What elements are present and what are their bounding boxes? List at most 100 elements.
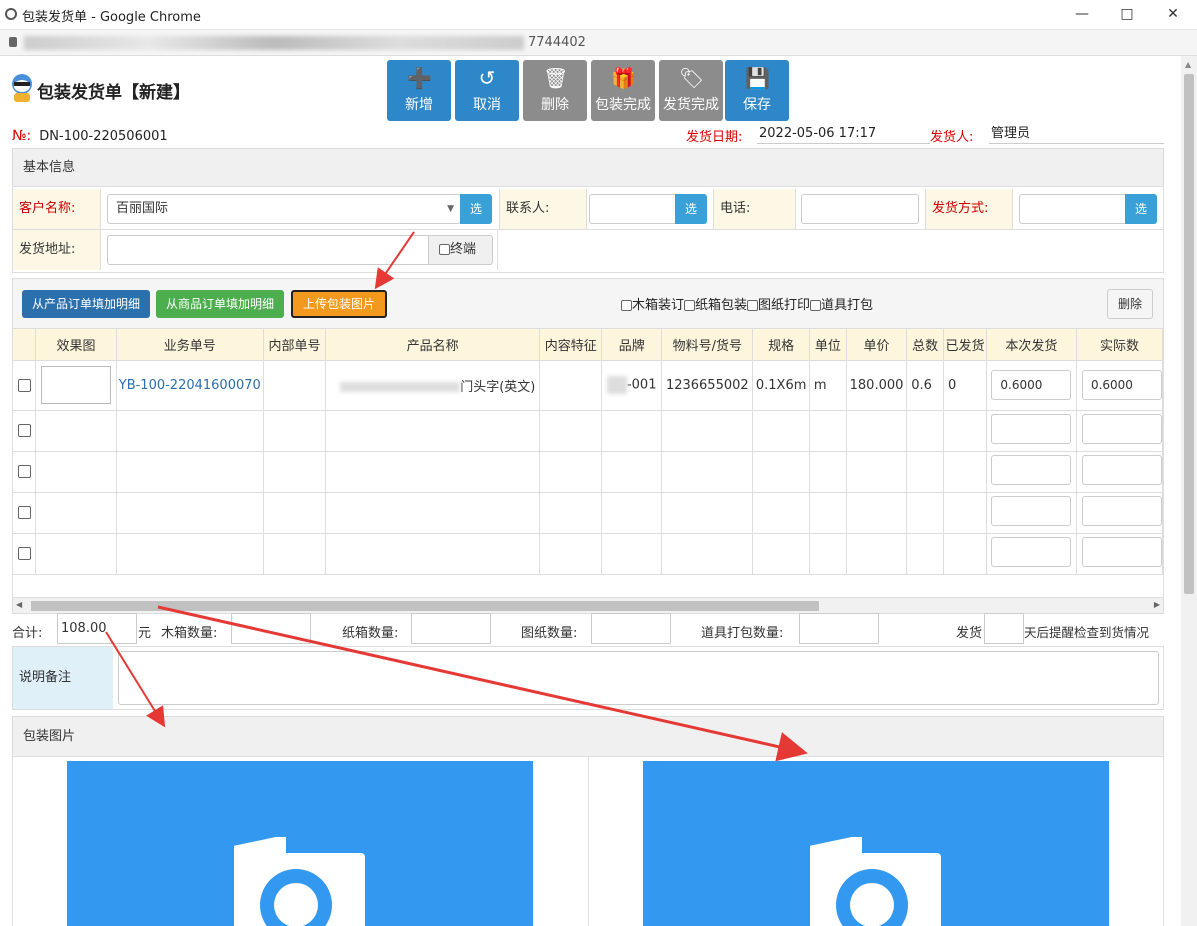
table-row[interactable] [13,410,1163,452]
total-amount-field[interactable]: 108.00 [57,613,137,644]
close-icon[interactable]: ✕ [1163,4,1183,24]
contact-input[interactable] [589,194,677,224]
cancel-button[interactable]: ↺ 取消 [455,60,519,121]
scrollbar-thumb[interactable] [1184,74,1194,594]
plus-circle-icon: ➕ [407,66,432,90]
remark-textarea[interactable] [118,651,1159,705]
this-ship-input[interactable] [991,454,1072,485]
phone-input[interactable] [801,194,919,224]
doc-number: №: DN-100-220506001 [12,128,168,144]
spec: 0.1X6m [752,360,810,411]
effect-image[interactable] [41,366,111,404]
save-button[interactable]: 💾 保存 [725,60,789,121]
page-title: 包装发货单【新建】 [37,83,190,103]
ship-date-field[interactable]: 2022-05-06 17:17 [757,124,930,144]
this-ship-input[interactable]: 0.6000 [991,370,1072,400]
address-label: 发货地址: [13,230,101,270]
gift-icon: 🎁 [611,66,636,90]
row-checkbox[interactable] [17,424,31,437]
scrollbar-thumb[interactable] [31,601,819,611]
table-row[interactable]: YB-100-22041600070 门头字(英文) -001 12366550… [13,360,1163,411]
scroll-right-icon[interactable]: ▶ [1154,600,1160,609]
table-horizontal-scrollbar[interactable]: ◀ ▶ [12,597,1164,614]
carton-qty-input[interactable] [411,613,491,644]
contact-select-button[interactable]: 选 [675,194,707,224]
detail-toolbar: 从产品订单填加明细 从商品订单填加明细 上传包装图片 木箱装订 纸箱包装 图纸打印道… [12,278,1164,328]
drawing-qty-input[interactable] [591,613,671,644]
ship-date-label: 发货日期: [686,130,743,145]
table-row[interactable] [13,492,1163,534]
camera-icon [234,829,365,926]
add-from-goods-order-button[interactable]: 从商品订单填加明细 [156,290,285,318]
table-header: 效果图 业务单号 内部单号 产品名称 内容特征 品牌 物料号/货号 规格 单位 … [13,329,1163,361]
customer-select-button[interactable]: 选 [460,194,492,224]
detail-delete-button[interactable]: 删除 [1107,289,1154,319]
actual-qty-input[interactable] [1081,495,1162,526]
actual-qty-input[interactable] [1081,536,1162,567]
chrome-icon [5,8,17,20]
actual-qty-input[interactable] [1081,413,1162,444]
row-checkbox[interactable] [17,378,31,392]
carton-checkbox[interactable] [684,300,696,311]
currency-label: 元 [138,626,152,641]
table-row[interactable] [13,451,1163,493]
customer-select[interactable]: 百丽国际 ▼ [107,194,461,224]
shipper-field[interactable]: 管理员 [989,124,1164,144]
ship-method-select-button[interactable]: 选 [1125,194,1157,224]
packing-image-2[interactable] [643,761,1109,926]
wood-box-qty-input[interactable] [231,613,311,644]
page-vertical-scrollbar[interactable]: ▲ [1181,56,1197,926]
remind-days-input[interactable] [984,613,1024,644]
table-row[interactable] [13,533,1163,575]
packing-images-panel: 包装图片 [12,716,1164,926]
this-ship-input[interactable] [991,413,1072,444]
trash-icon: 🗑 [543,66,569,90]
prop-pack-qty-input[interactable] [799,613,879,644]
material-no: 1236655002 [661,360,754,411]
this-ship-input[interactable] [991,495,1072,526]
remind-suffix: 天后提醒检查到货情况 [1024,625,1150,640]
col-header: 单位 [809,329,847,361]
col-header: 本次发货 [986,329,1077,361]
scroll-up-icon[interactable]: ▲ [1185,60,1191,69]
shipping-complete-button[interactable]: 🏷 发货完成 [659,60,723,121]
chevron-down-icon: ▼ [447,204,454,214]
col-header: 内部单号 [263,329,326,361]
remark-label: 说明备注 [13,647,113,709]
actual-qty-input[interactable] [1081,454,1162,485]
order-no-link[interactable]: YB-100-22041600070 [116,360,265,411]
address-input[interactable] [107,235,429,265]
basic-row-1: 客户名称: 百丽国际 ▼ 选 联系人: 选 电话: 发货方式: 选 [13,189,1163,230]
terminal-checkbox[interactable]: 终端 [428,235,493,265]
actual-qty-input[interactable]: 0.6000 [1081,370,1162,400]
packing-complete-button[interactable]: 🎁 包装完成 [591,60,655,121]
shipper-label: 发货人: [930,130,974,145]
scroll-left-icon[interactable]: ◀ [16,600,22,609]
row-checkbox[interactable] [17,547,31,560]
page-content: 包装发货单【新建】 ➕ 新增 ↺ 取消 🗑 删除 🎁 包装完成 🏷 发货完成 💾… [0,56,1181,926]
add-from-product-order-button[interactable]: 从产品订单填加明细 [22,290,151,318]
prop-pack-checkbox[interactable] [810,300,822,311]
packing-image-1[interactable] [67,761,533,926]
terminal-checkbox-box[interactable] [439,244,450,255]
new-button[interactable]: ➕ 新增 [387,60,451,121]
tag-icon: 🏷 [679,66,705,90]
maximize-icon[interactable]: □ [1117,4,1137,24]
col-header: 单价 [846,329,908,361]
col-header: 内容特征 [539,329,603,361]
wood-box-checkbox[interactable] [621,300,632,311]
remark-section: 说明备注 [12,646,1164,710]
row-checkbox[interactable] [17,465,31,478]
delete-button[interactable]: 🗑 删除 [523,60,587,121]
minimize-icon[interactable]: — [1072,4,1092,24]
col-header: 品牌 [601,329,663,361]
ship-method-input[interactable] [1019,194,1127,224]
phone-label: 电话: [713,189,796,229]
address-bar[interactable]: 7744402 [0,30,1197,56]
this-ship-input[interactable] [991,536,1072,567]
browser-title-bar: 包装发货单 - Google Chrome — □ ✕ [0,0,1197,30]
row-checkbox[interactable] [17,506,31,519]
drawing-print-checkbox[interactable] [747,300,759,311]
upload-images-button[interactable]: 上传包装图片 [291,290,388,318]
basic-row-2: 发货地址: 终端 [13,230,1163,271]
